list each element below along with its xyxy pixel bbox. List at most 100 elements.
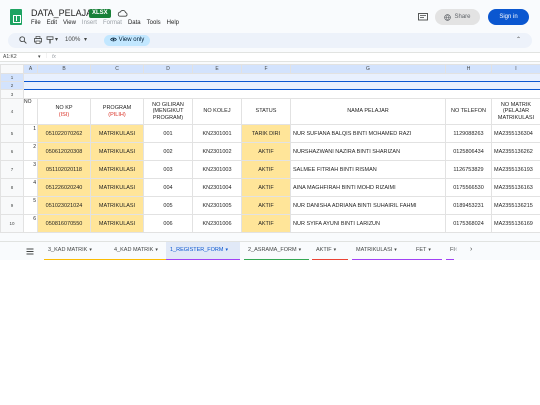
- cell-status[interactable]: AKTIF: [241, 160, 291, 179]
- column-header-b[interactable]: B: [37, 64, 91, 74]
- cell-no-matrik[interactable]: MA2355136304: [491, 124, 540, 143]
- cell-no-kolej[interactable]: KN2301002: [192, 142, 242, 161]
- cell-no-matrik[interactable]: MA2355136169: [491, 214, 540, 233]
- header-no-kolej[interactable]: NO KOLEJ: [192, 98, 242, 125]
- paint-format-icon[interactable]: [46, 36, 54, 44]
- menu-help[interactable]: Help: [167, 20, 179, 26]
- print-icon[interactable]: [34, 36, 42, 44]
- cell-no[interactable]: 2: [23, 142, 38, 161]
- cell-no-matrik[interactable]: MA2355136215: [491, 196, 540, 215]
- tab-chevron-down-icon[interactable]: ▾: [334, 247, 337, 253]
- cell-program[interactable]: MATRIKULASI: [90, 178, 144, 197]
- column-header-d[interactable]: D: [143, 64, 193, 74]
- cell-no-kp[interactable]: 050612020308: [37, 142, 91, 161]
- header-program[interactable]: PROGRAM (PILIH): [90, 98, 144, 125]
- sheet-tab[interactable]: MATRIKULASI ▾: [352, 242, 414, 260]
- cell-program[interactable]: MATRIKULASI: [90, 214, 144, 233]
- cell-no-kp[interactable]: 051022070262: [37, 124, 91, 143]
- sheet-tab[interactable]: 3_KAD MATRIK ▾: [44, 242, 110, 260]
- cell-program[interactable]: MATRIKULASI: [90, 142, 144, 161]
- row-header-3[interactable]: 3: [0, 89, 24, 99]
- cell-nama-pelajar[interactable]: NURSHAZWANI NAZIRA BINTI SHARIZAN: [290, 142, 446, 161]
- zoom-chevron-down-icon[interactable]: ▾: [84, 35, 87, 46]
- cell-no-giliran[interactable]: 003: [143, 160, 193, 179]
- cell-no-telefon[interactable]: 0189453231: [445, 196, 492, 215]
- cell-no-kp[interactable]: 051102020118: [37, 160, 91, 179]
- column-header-f[interactable]: F: [241, 64, 291, 74]
- cell-nama-pelajar[interactable]: NUR SUFIANA BALQIS BINTI MOHAMED RAZI: [290, 124, 446, 143]
- cell-no-matrik[interactable]: MA2355136193: [491, 160, 540, 179]
- tab-chevron-down-icon[interactable]: ▾: [225, 247, 228, 253]
- zoom-select[interactable]: 100%: [65, 35, 80, 46]
- selected-range-row-2[interactable]: [23, 81, 540, 90]
- column-header-a[interactable]: A: [23, 64, 38, 74]
- cell-no-giliran[interactable]: 005: [143, 196, 193, 215]
- row-header[interactable]: 9: [0, 196, 24, 215]
- menu-insert[interactable]: Insert: [82, 20, 97, 26]
- sheet-tab[interactable]: FI: [446, 242, 455, 260]
- row-header-2[interactable]: 2: [0, 81, 24, 90]
- column-header-h[interactable]: H: [445, 64, 492, 74]
- cell-program[interactable]: MATRIKULASI: [90, 124, 144, 143]
- sheet-tab[interactable]: AKTIF ▾: [312, 242, 348, 260]
- row-header[interactable]: 6: [0, 142, 24, 161]
- share-button[interactable]: Share: [435, 9, 480, 25]
- selected-range-row-1[interactable]: [23, 73, 540, 82]
- all-sheets-menu-icon[interactable]: [26, 248, 34, 255]
- cell-status[interactable]: TARIK DIRI: [241, 124, 291, 143]
- cell-no-kolej[interactable]: KN2301004: [192, 178, 242, 197]
- cell-no[interactable]: 3: [23, 160, 38, 179]
- column-header-g[interactable]: G: [290, 64, 446, 74]
- tab-chevron-down-icon[interactable]: ▾: [299, 247, 302, 253]
- cell-no-giliran[interactable]: 004: [143, 178, 193, 197]
- cell-no-kp[interactable]: 051226020240: [37, 178, 91, 197]
- cell-no-giliran[interactable]: 001: [143, 124, 193, 143]
- cell-no-telefon[interactable]: 0125806434: [445, 142, 492, 161]
- cloud-status-icon[interactable]: [117, 8, 128, 18]
- empty-row[interactable]: [23, 89, 540, 99]
- menu-tools[interactable]: Tools: [147, 20, 161, 26]
- menu-data[interactable]: Data: [128, 20, 141, 26]
- header-no[interactable]: NO: [23, 98, 38, 125]
- column-header-i[interactable]: I: [491, 64, 540, 74]
- cell-status[interactable]: AKTIF: [241, 142, 291, 161]
- column-header-e[interactable]: E: [192, 64, 242, 74]
- comments-icon[interactable]: [418, 13, 428, 22]
- tab-chevron-down-icon[interactable]: ▾: [428, 247, 431, 253]
- cell-no-kp[interactable]: 051023021024: [37, 196, 91, 215]
- cell-no-matrik[interactable]: MA2355136262: [491, 142, 540, 161]
- search-menus-icon[interactable]: [19, 36, 27, 44]
- tab-chevron-down-icon[interactable]: ▾: [394, 247, 397, 253]
- row-header[interactable]: 8: [0, 178, 24, 197]
- cell-no-kolej[interactable]: KN2301001: [192, 124, 242, 143]
- header-no-telefon[interactable]: NO TELEFON: [445, 98, 492, 125]
- cell-no-telefon[interactable]: 1129088263: [445, 124, 492, 143]
- cell-no[interactable]: 6: [23, 214, 38, 233]
- sheet-tab[interactable]: FET ▾: [412, 242, 442, 260]
- sheet-tab[interactable]: 2_ASRAMA_FORM ▾: [244, 242, 309, 260]
- sheet-tab[interactable]: 1_REGISTER_FORM ▾: [166, 242, 240, 260]
- header-status[interactable]: STATUS: [241, 98, 291, 125]
- cell-no[interactable]: 4: [23, 178, 38, 197]
- cell-no-kp[interactable]: 050816070550: [37, 214, 91, 233]
- menu-edit[interactable]: Edit: [47, 20, 57, 26]
- cell-no[interactable]: 5: [23, 196, 38, 215]
- row-header[interactable]: 10: [0, 214, 24, 233]
- row-header[interactable]: 5: [0, 124, 24, 143]
- cell-no-giliran[interactable]: 002: [143, 142, 193, 161]
- collapse-toolbar-icon[interactable]: ⌃: [516, 35, 521, 46]
- column-header-c[interactable]: C: [90, 64, 144, 74]
- header-no-kp[interactable]: NO KP (ISI): [37, 98, 91, 125]
- select-all-corner[interactable]: [0, 64, 24, 74]
- sign-in-button[interactable]: Sign in: [488, 9, 529, 25]
- scroll-tabs-right-icon[interactable]: ›: [470, 246, 472, 253]
- cell-nama-pelajar[interactable]: NUR SYIFA AYUNI BINTI LARIZUN: [290, 214, 446, 233]
- name-box[interactable]: A1:K2: [3, 54, 17, 60]
- cell-no[interactable]: 1: [23, 124, 38, 143]
- header-nama-pelajar[interactable]: NAMA PELAJAR: [290, 98, 446, 125]
- cell-no-kolej[interactable]: KN2301003: [192, 160, 242, 179]
- row-header-1[interactable]: 1: [0, 73, 24, 82]
- sheets-logo-icon[interactable]: [10, 9, 22, 25]
- name-box-chevron-down-icon[interactable]: ▾: [38, 54, 41, 60]
- menu-file[interactable]: File: [31, 20, 41, 26]
